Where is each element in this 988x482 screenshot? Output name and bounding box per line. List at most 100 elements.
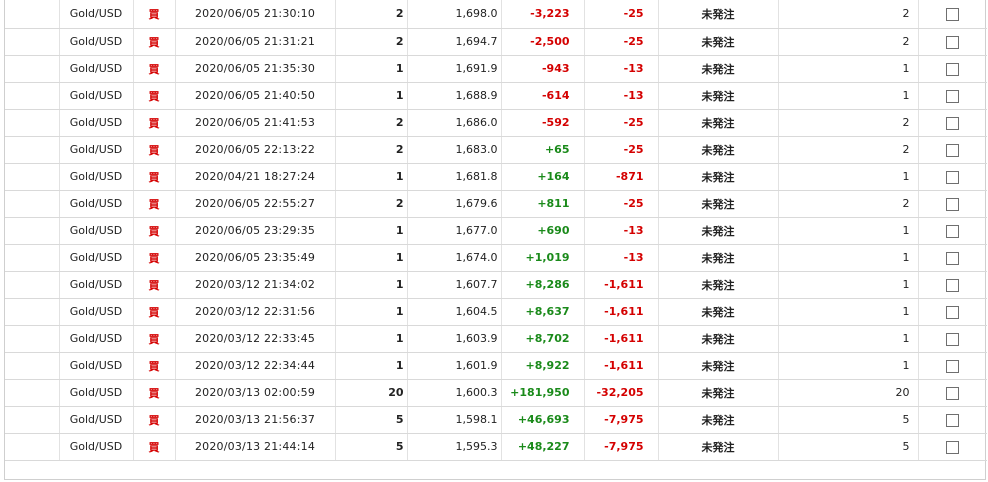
units-cell: 2 <box>777 0 918 29</box>
swap-cell: -32,205 <box>583 379 658 407</box>
quantity-cell: 1 <box>334 298 407 326</box>
swap-cell: -7,975 <box>583 433 658 461</box>
row-select-checkbox[interactable] <box>946 387 960 400</box>
symbol-cell: Gold/USD <box>58 55 133 83</box>
price-cell: 1,691.9 <box>406 55 501 83</box>
table-row[interactable]: Gold/USD 買 2020/03/12 22:33:45 1 1,603.9 +8,7… <box>5 325 987 353</box>
order-status-cell: 未発注 <box>657 0 778 29</box>
row-select-checkbox[interactable] <box>946 117 960 130</box>
cell-spacer <box>5 217 59 245</box>
units-cell: 5 <box>777 433 918 461</box>
row-select-checkbox[interactable] <box>946 36 960 49</box>
order-status-cell: 未発注 <box>657 244 778 272</box>
table-row[interactable]: Gold/USD 買 2020/06/05 21:35:30 1 1,691.9 -943… <box>5 55 987 83</box>
table-row[interactable]: Gold/USD 買 2020/03/12 21:34:02 1 1,607.7 +8,2… <box>5 271 987 299</box>
order-status-cell: 未発注 <box>657 379 778 407</box>
row-select-checkbox[interactable] <box>946 414 960 427</box>
select-cell <box>917 0 987 29</box>
table-row[interactable]: Gold/USD 買 2020/06/05 21:30:10 2 1,698.0 -3,2… <box>5 0 987 29</box>
side-cell: 買 <box>132 136 175 164</box>
row-select-checkbox[interactable] <box>946 8 960 22</box>
row-select-checkbox[interactable] <box>946 279 960 292</box>
profit-loss-cell: +8,922 <box>500 352 584 380</box>
cell-spacer <box>5 82 59 110</box>
datetime-cell: 2020/03/13 02:00:59 <box>174 379 335 407</box>
row-select-checkbox[interactable] <box>946 63 960 76</box>
table-row[interactable]: Gold/USD 買 2020/03/12 22:31:56 1 1,604.5 +8,6… <box>5 298 987 326</box>
table-row[interactable]: Gold/USD 買 2020/06/05 21:40:50 1 1,688.9 -614… <box>5 82 987 110</box>
units-cell: 1 <box>777 298 918 326</box>
table-row[interactable]: Gold/USD 買 2020/03/13 21:44:14 5 1,595.3 +48,… <box>5 433 987 461</box>
row-select-checkbox[interactable] <box>946 333 960 346</box>
price-cell: 1,686.0 <box>406 109 501 137</box>
swap-cell: -871 <box>583 163 658 191</box>
units-cell: 5 <box>777 406 918 434</box>
table-row[interactable]: Gold/USD 買 2020/06/05 21:31:21 2 1,694.7 -2,5… <box>5 28 987 56</box>
swap-cell: -25 <box>583 28 658 56</box>
table-row[interactable]: Gold/USD 買 2020/06/05 22:55:27 2 1,679.6 +811… <box>5 190 987 218</box>
select-cell <box>917 433 987 461</box>
table-row[interactable]: Gold/USD 買 2020/06/05 23:35:49 1 1,674.0 +1,0… <box>5 244 987 272</box>
units-cell: 2 <box>777 190 918 218</box>
symbol-cell: Gold/USD <box>58 190 133 218</box>
table-row[interactable]: Gold/USD 買 2020/03/13 21:56:37 5 1,598.1 +46,… <box>5 406 987 434</box>
price-cell: 1,694.7 <box>406 28 501 56</box>
cell-spacer <box>5 0 59 29</box>
symbol-cell: Gold/USD <box>58 271 133 299</box>
row-select-checkbox[interactable] <box>946 144 960 157</box>
price-cell: 1,607.7 <box>406 271 501 299</box>
order-status-cell: 未発注 <box>657 433 778 461</box>
order-status-cell: 未発注 <box>657 406 778 434</box>
order-status-cell: 未発注 <box>657 82 778 110</box>
swap-cell: -25 <box>583 109 658 137</box>
select-cell <box>917 190 987 218</box>
swap-cell: -13 <box>583 82 658 110</box>
datetime-cell: 2020/03/13 21:44:14 <box>174 433 335 461</box>
row-select-checkbox[interactable] <box>946 225 960 238</box>
side-cell: 買 <box>132 244 175 272</box>
quantity-cell: 2 <box>334 109 407 137</box>
price-cell: 1,603.9 <box>406 325 501 353</box>
symbol-cell: Gold/USD <box>58 433 133 461</box>
quantity-cell: 1 <box>334 352 407 380</box>
table-row[interactable]: Gold/USD 買 2020/03/13 02:00:59 20 1,600.3 +18… <box>5 379 987 407</box>
units-cell: 1 <box>777 325 918 353</box>
price-cell: 1,595.3 <box>406 433 501 461</box>
row-select-checkbox[interactable] <box>946 306 960 319</box>
units-cell: 20 <box>777 379 918 407</box>
row-select-checkbox[interactable] <box>946 198 960 211</box>
row-select-checkbox[interactable] <box>946 252 960 265</box>
symbol-cell: Gold/USD <box>58 0 133 29</box>
table-row[interactable]: Gold/USD 買 2020/06/05 23:29:35 1 1,677.0 +690… <box>5 217 987 245</box>
row-select-checkbox[interactable] <box>946 90 960 103</box>
row-select-checkbox[interactable] <box>946 360 960 373</box>
quantity-cell: 1 <box>334 55 407 83</box>
select-cell <box>917 28 987 56</box>
quantity-cell: 1 <box>334 217 407 245</box>
quantity-cell: 5 <box>334 406 407 434</box>
profit-loss-cell: +164 <box>500 163 584 191</box>
table-row[interactable]: Gold/USD 買 2020/06/05 22:13:22 2 1,683.0 +65-… <box>5 136 987 164</box>
select-cell <box>917 136 987 164</box>
cell-spacer <box>5 28 59 56</box>
quantity-cell: 2 <box>334 28 407 56</box>
table-row[interactable]: Gold/USD 買 2020/04/21 18:27:24 1 1,681.8 +164… <box>5 163 987 191</box>
symbol-cell: Gold/USD <box>58 109 133 137</box>
table-row[interactable]: Gold/USD 買 2020/06/05 21:41:53 2 1,686.0 -592… <box>5 109 987 137</box>
select-cell <box>917 55 987 83</box>
side-cell: 買 <box>132 190 175 218</box>
cell-spacer <box>5 136 59 164</box>
datetime-cell: 2020/06/05 21:41:53 <box>174 109 335 137</box>
datetime-cell: 2020/06/05 21:30:10 <box>174 0 335 29</box>
row-select-checkbox[interactable] <box>946 171 960 184</box>
cell-spacer <box>5 298 59 326</box>
symbol-cell: Gold/USD <box>58 352 133 380</box>
datetime-cell: 2020/04/21 18:27:24 <box>174 163 335 191</box>
cell-spacer <box>5 244 59 272</box>
cell-spacer <box>5 109 59 137</box>
row-select-checkbox[interactable] <box>946 441 960 454</box>
side-cell: 買 <box>132 352 175 380</box>
profit-loss-cell: +8,286 <box>500 271 584 299</box>
profit-loss-cell: +8,637 <box>500 298 584 326</box>
table-row[interactable]: Gold/USD 買 2020/03/12 22:34:44 1 1,601.9 +8,9… <box>5 352 987 380</box>
